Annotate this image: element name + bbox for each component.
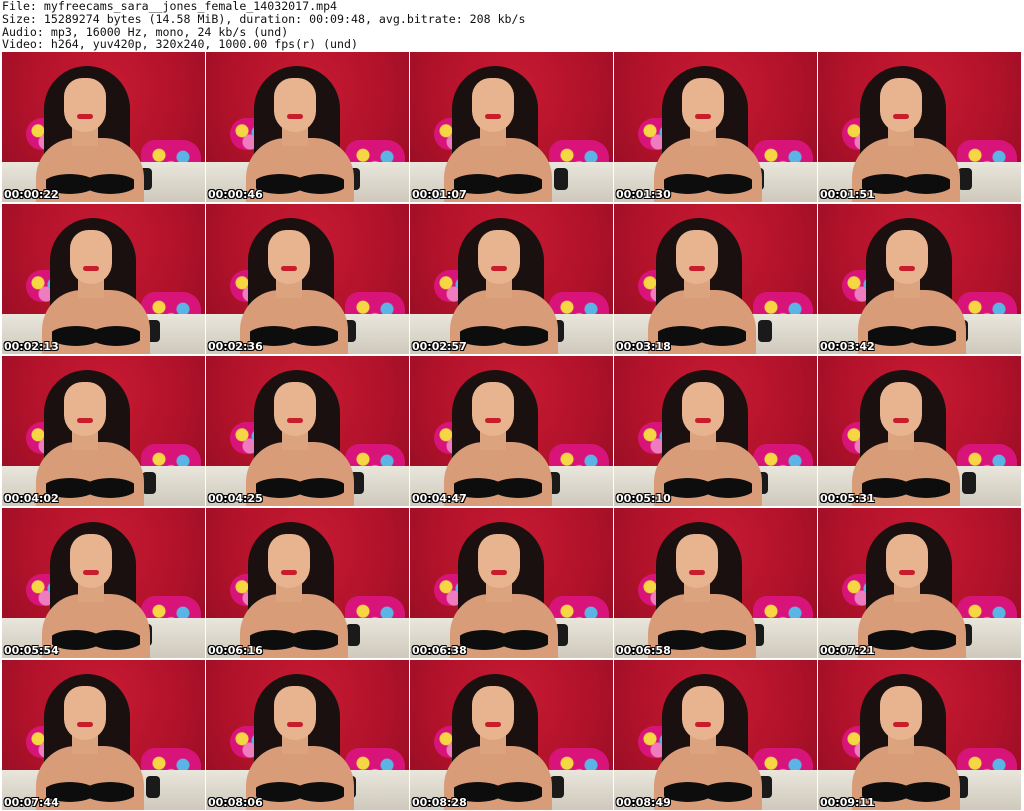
thumbnail-image [614,52,817,202]
thumbnail-image [818,508,1021,658]
thumbnail-image [614,356,817,506]
thumbnail-image [206,356,409,506]
thumbnail-image [818,52,1021,202]
video-thumbnail: 00:04:47 [410,356,613,506]
thumbnail-timestamp: 00:08:06 [208,796,263,809]
thumbnail-image [410,52,613,202]
video-thumbnail: 00:06:16 [206,508,409,658]
thumbnail-image [206,660,409,810]
thumbnail-timestamp: 00:04:02 [4,492,59,505]
thumbnail-timestamp: 00:00:46 [208,188,263,201]
thumbnail-image [2,52,205,202]
thumbnail-image [206,52,409,202]
thumbnail-image [206,204,409,354]
thumbnail-timestamp: 00:06:38 [412,644,467,657]
video-thumbnail: 00:07:21 [818,508,1021,658]
thumbnail-grid: 00:00:22 00:00:46 00:01:07 00:01:30 00:01:51… [0,52,1024,811]
thumbnail-timestamp: 00:00:22 [4,188,59,201]
thumbnail-timestamp: 00:04:47 [412,492,467,505]
thumbnail-image [2,204,205,354]
thumbnail-timestamp: 00:04:25 [208,492,263,505]
video-thumbnail: 00:06:58 [614,508,817,658]
video-thumbnail: 00:02:36 [206,204,409,354]
thumbnail-timestamp: 00:05:10 [616,492,671,505]
thumbnail-image [206,508,409,658]
video-thumbnail: 00:00:22 [2,52,205,202]
video-thumbnail: 00:01:30 [614,52,817,202]
thumbnail-timestamp: 00:06:16 [208,644,263,657]
video-thumbnail: 00:08:49 [614,660,817,810]
file-info-header: File: myfreecams_sara__jones_female_1403… [2,0,1022,52]
thumbnail-image [410,204,613,354]
thumbnail-timestamp: 00:08:49 [616,796,671,809]
thumbnail-timestamp: 00:02:13 [4,340,59,353]
video-thumbnail: 00:07:44 [2,660,205,810]
video-thumbnail: 00:04:02 [2,356,205,506]
video-thumbnail: 00:09:11 [818,660,1021,810]
video-thumbnail: 00:03:42 [818,204,1021,354]
video-thumbnail: 00:08:06 [206,660,409,810]
thumbnail-image [410,660,613,810]
video-thumbnail: 00:01:51 [818,52,1021,202]
video-thumbnail: 00:05:31 [818,356,1021,506]
file-name-line: File: myfreecams_sara__jones_female_1403… [2,0,338,13]
thumbnail-image [2,660,205,810]
thumbnail-timestamp: 00:09:11 [820,796,875,809]
thumbnail-image [410,508,613,658]
thumbnail-timestamp: 00:02:57 [412,340,467,353]
thumbnail-timestamp: 00:02:36 [208,340,263,353]
video-thumbnail: 00:08:28 [410,660,613,810]
thumbnail-image [2,356,205,506]
thumbnail-image [614,204,817,354]
thumbnail-timestamp: 00:01:51 [820,188,875,201]
thumbnail-timestamp: 00:05:54 [4,644,59,657]
video-info-line: Video: h264, yuv420p, 320x240, 1000.00 f… [2,37,358,52]
video-thumbnail: 00:02:57 [410,204,613,354]
thumbnail-image [614,660,817,810]
thumbnail-timestamp: 00:07:21 [820,644,875,657]
video-thumbnail: 00:03:18 [614,204,817,354]
thumbnail-image [818,660,1021,810]
thumbnail-timestamp: 00:06:58 [616,644,671,657]
video-thumbnail: 00:05:54 [2,508,205,658]
thumbnail-timestamp: 00:03:18 [616,340,671,353]
video-thumbnail: 00:00:46 [206,52,409,202]
thumbnail-timestamp: 00:01:30 [616,188,671,201]
thumbnail-timestamp: 00:08:28 [412,796,467,809]
video-thumbnail: 00:06:38 [410,508,613,658]
thumbnail-timestamp: 00:03:42 [820,340,875,353]
video-thumbnail: 00:02:13 [2,204,205,354]
video-thumbnail: 00:01:07 [410,52,613,202]
thumbnail-timestamp: 00:07:44 [4,796,59,809]
video-thumbnail: 00:05:10 [614,356,817,506]
thumbnail-image [410,356,613,506]
thumbnail-timestamp: 00:05:31 [820,492,875,505]
video-thumbnail: 00:04:25 [206,356,409,506]
thumbnail-image [818,356,1021,506]
thumbnail-image [614,508,817,658]
thumbnail-timestamp: 00:01:07 [412,188,467,201]
thumbnail-image [818,204,1021,354]
file-size-line: Size: 15289274 bytes (14.58 MiB), durati… [2,11,526,26]
thumbnail-image [2,508,205,658]
